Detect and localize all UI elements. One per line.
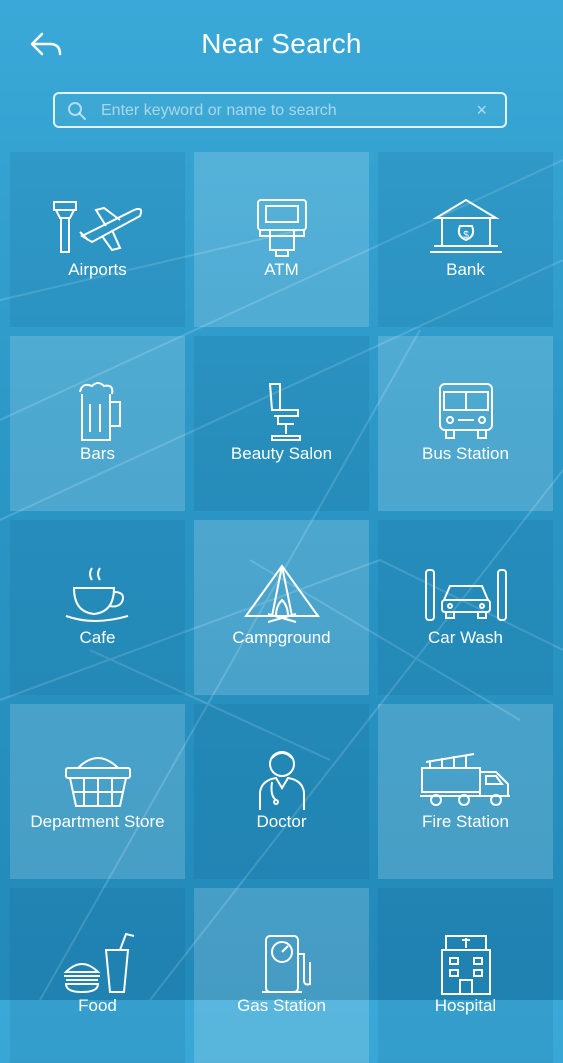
category-label: ATM <box>264 260 299 279</box>
category-doctor[interactable]: Doctor <box>194 704 369 879</box>
category-fire-station[interactable]: Fire Station <box>378 704 553 879</box>
svg-text:$: $ <box>463 230 469 241</box>
hospital-icon <box>440 935 491 995</box>
category-airports[interactable]: Airports <box>10 152 185 327</box>
category-bars[interactable]: Bars <box>10 336 185 511</box>
category-label: Food <box>78 996 117 1015</box>
coffee-cup-icon <box>65 567 128 622</box>
salon-chair-icon <box>268 383 301 441</box>
car-wash-icon <box>424 569 507 621</box>
bank-icon: $ <box>429 198 502 253</box>
category-label: Doctor <box>256 812 307 831</box>
search-icon <box>68 102 86 120</box>
category-bank[interactable]: $ Bank <box>378 152 553 327</box>
category-gas-station[interactable]: Gas Station <box>194 888 369 1063</box>
category-label: Fire Station <box>422 812 509 831</box>
category-beauty-salon[interactable]: Beauty Salon <box>194 336 369 511</box>
atm-icon <box>256 199 307 257</box>
category-label: Cafe <box>79 628 116 647</box>
category-atm[interactable]: ATM <box>194 152 369 327</box>
beer-mug-icon <box>78 382 121 441</box>
category-label: Bank <box>446 260 485 279</box>
category-label: Airports <box>68 260 127 279</box>
tent-icon <box>243 564 320 623</box>
category-label: Department Store <box>30 812 165 831</box>
airport-icon <box>52 201 142 253</box>
clear-search-button[interactable]: × <box>476 98 487 122</box>
category-food[interactable]: Food <box>10 888 185 1063</box>
category-label: Beauty Salon <box>230 444 333 463</box>
category-label: Bus Station <box>422 444 509 463</box>
fire-truck-icon <box>419 753 510 806</box>
category-grid: Airports ATM $ Bank Bars Beauty Salon Bu… <box>10 152 553 1063</box>
category-label: Car Wash <box>428 628 503 647</box>
category-label: Hospital <box>434 996 497 1015</box>
category-label: Campground <box>232 628 331 647</box>
category-label: Bars <box>80 444 115 463</box>
burger-drink-icon <box>63 932 134 994</box>
category-car-wash[interactable]: Car Wash <box>378 520 553 695</box>
search-bar[interactable]: × <box>53 92 507 128</box>
gas-pump-icon <box>261 935 311 993</box>
category-department-store[interactable]: Department Store <box>10 704 185 879</box>
bus-icon <box>438 383 493 439</box>
shopping-basket-icon <box>64 757 131 807</box>
doctor-icon <box>258 751 305 810</box>
search-input[interactable] <box>99 94 463 128</box>
category-hospital[interactable]: Hospital <box>378 888 553 1063</box>
header: Near Search <box>0 0 563 90</box>
category-campground[interactable]: Campground <box>194 520 369 695</box>
page-title: Near Search <box>201 28 362 59</box>
category-cafe[interactable]: Cafe <box>10 520 185 695</box>
category-label: Gas Station <box>237 996 326 1015</box>
category-bus-station[interactable]: Bus Station <box>378 336 553 511</box>
